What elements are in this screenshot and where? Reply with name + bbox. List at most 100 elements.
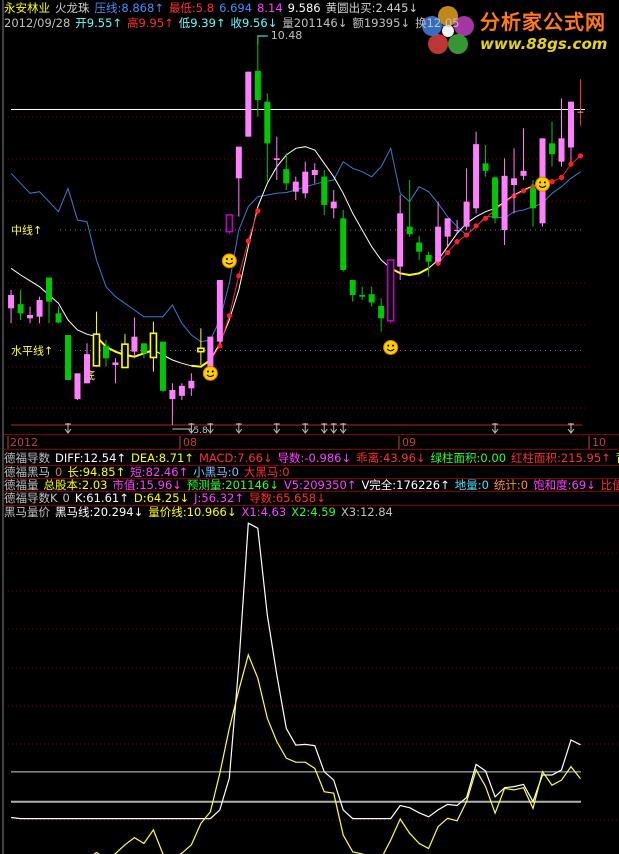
indicator-value: 0 xyxy=(55,465,63,479)
indicator-value: 红柱面积:215.95↑ xyxy=(511,451,611,465)
signal-arrow-icon xyxy=(273,423,281,434)
candle-body xyxy=(397,213,404,267)
candle-body xyxy=(321,176,328,205)
header-row-quote: 2012/09/28 开9.55↑ 高9.95↑ 低9.39↑ 收9.56↓ 量20114… xyxy=(4,16,619,30)
indicator-value: 导数:65.658↓ xyxy=(248,491,326,505)
indicator-value: 预测量:201146↓ xyxy=(186,478,279,492)
indicator-value: 市值:15.96↓ xyxy=(112,478,182,492)
candle-body xyxy=(65,334,72,380)
indicator-value: 大黑马:0 xyxy=(243,465,290,479)
smiley-eye xyxy=(543,181,546,184)
candle-body xyxy=(425,254,432,262)
indicator-value: 开9.55↑ xyxy=(75,16,123,30)
lower-panel xyxy=(11,522,581,854)
trailing-stop-dot xyxy=(454,239,460,245)
indicator-value: 最低:5.8 xyxy=(168,1,215,15)
indicator-value: 导数:-0.986↓ xyxy=(277,451,352,465)
indicator-value: 黑马线:20.294↓ xyxy=(55,505,144,519)
indicator-value: 德福黑马 xyxy=(4,465,50,479)
indicator-row-volume-price[interactable]: 黑马量价 黑马线:20.294↓ 量价线:10.966↓ X1:4.63 X2:4.59… xyxy=(4,505,619,519)
trailing-stop-dot xyxy=(473,223,479,229)
indicator-row-macd[interactable]: 德福导数 DIFF:12.54↑ DEA:8.71↑ MACD:7.66↓ 导数:-0.… xyxy=(4,451,619,465)
indicator-value: X1:4.63 xyxy=(241,505,287,519)
indicator-value: D:64.25↓ xyxy=(133,491,190,505)
candle-body xyxy=(112,362,119,365)
candle-body xyxy=(254,70,261,100)
trailing-stop-dot xyxy=(245,238,251,244)
candle-body xyxy=(102,345,109,359)
trailing-stop-dot xyxy=(577,153,584,159)
axis-label-2012: 2012 xyxy=(10,436,38,449)
candle-body xyxy=(46,277,53,302)
candle-body xyxy=(225,214,234,233)
candle-body xyxy=(311,169,318,175)
candle-body xyxy=(492,177,499,219)
indicator-value: X2:4.59 xyxy=(291,505,336,519)
indicator-row-dark-horse[interactable]: 德福黑马 0 长:94.85↑ 短:82.46↑ 小黑马:0 大黑马:0 xyxy=(4,465,619,479)
candle-body xyxy=(416,242,423,252)
candle-body xyxy=(340,218,347,270)
indicator-value: 低9.39↑ xyxy=(178,16,226,30)
indicator-value: 德福导数K xyxy=(4,491,58,505)
candle-body xyxy=(159,341,166,391)
axis-label-09: 09 xyxy=(402,436,416,449)
indicator-value: 换12.05 xyxy=(415,16,460,30)
signal-arrow-icon xyxy=(330,423,338,434)
indicator-value: 绿柱面积:0.00 xyxy=(430,451,507,465)
ma-bottom-segment xyxy=(390,267,430,277)
smiley-face xyxy=(202,365,218,381)
trailing-stop-dot xyxy=(226,313,232,319)
indicator-value: 统计:0 xyxy=(493,478,529,492)
candle-body xyxy=(463,201,470,227)
dark-horse-line xyxy=(11,522,581,820)
indicator-value: 量价线:10.966↓ xyxy=(148,505,237,519)
candle-body xyxy=(207,336,214,367)
indicator-value: 9.586 xyxy=(287,1,321,15)
candle-body xyxy=(169,389,176,400)
candle-body xyxy=(501,175,508,230)
candle-body xyxy=(520,170,527,176)
trailing-stop-dot xyxy=(217,343,223,349)
indicator-value: MACD:7.66↓ xyxy=(198,451,273,465)
trailing-stop-line xyxy=(437,155,581,264)
indicator-value: J:56.32↑ xyxy=(194,491,244,505)
axis-label-10: 10 xyxy=(592,436,606,449)
smiley-face xyxy=(383,339,399,355)
candle-body xyxy=(292,181,299,192)
signal-arrow-icon xyxy=(64,423,72,434)
candle-body xyxy=(235,146,242,179)
volume-price-line xyxy=(93,653,581,854)
indicator-value: 火龙珠 xyxy=(55,1,90,15)
candle-body xyxy=(473,144,480,209)
high-price-label: 10.48 xyxy=(271,29,303,42)
candle-body xyxy=(27,314,34,319)
smiley-eye xyxy=(230,258,233,261)
signal-arrow-icon xyxy=(235,423,243,434)
indicator-value: 压线:8.868↑ xyxy=(94,1,164,15)
indicator-value: 德福量 xyxy=(4,478,39,492)
indicator-value: 6.694 xyxy=(219,1,253,15)
candle-body xyxy=(302,171,309,194)
axis-divider-top xyxy=(4,434,619,435)
indicator-value: X3:12.84 xyxy=(340,505,393,519)
smiley-eye xyxy=(211,370,214,373)
axis-label-08: 08 xyxy=(183,436,197,449)
indicator-value: 地量:0 xyxy=(454,478,489,492)
indicator-value: 饱和度:69↓ xyxy=(533,478,596,492)
indicator-row-kdj[interactable]: 德福导数K 0 K:61.61↑ D:64.25↓ J:56.32↑ 导数:65.658↓ xyxy=(4,491,619,505)
indicator-value: K:61.61↑ xyxy=(74,491,129,505)
indicator-row-volume[interactable]: 德福量 总股本:2.03 市值:15.96↓ 预测量:201146↓ V5:209350… xyxy=(4,478,619,492)
candle-body xyxy=(378,305,385,319)
moving-average-line xyxy=(10,146,553,368)
candle-body xyxy=(74,373,81,400)
trailing-stop-dot xyxy=(445,249,451,256)
logo-url[interactable]: www.88gs.com xyxy=(480,35,607,53)
signal-arrow-icon xyxy=(206,423,214,434)
candle-body xyxy=(530,188,537,209)
stock-chart-canvas[interactable]: 中线↑水平线↑底10.485.8 xyxy=(0,0,619,854)
trailing-stop-dot xyxy=(558,174,565,181)
indicator-value: 德福导数 xyxy=(4,451,50,465)
indicator-value: 长:94.85↑ xyxy=(67,465,126,479)
trailing-stop-dot xyxy=(482,215,489,221)
signal-arrow-icon xyxy=(491,423,499,434)
